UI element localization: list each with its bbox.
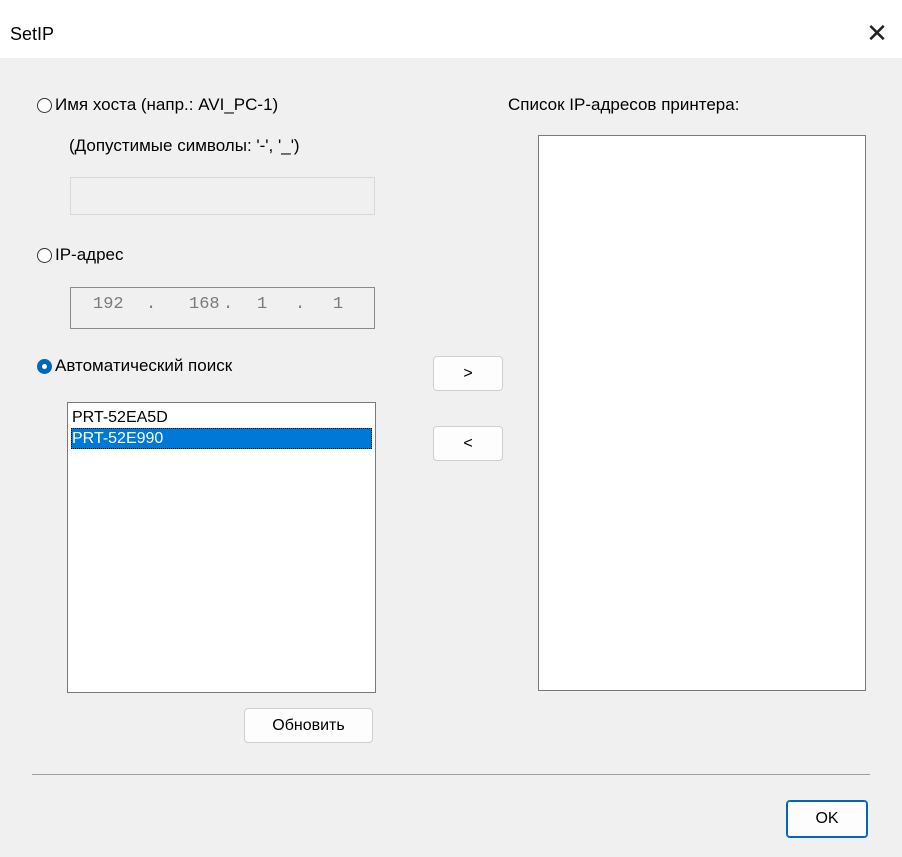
remove-from-list-button[interactable]: <	[433, 426, 503, 461]
ip-radio[interactable]	[37, 247, 52, 263]
ip-dot: .	[146, 295, 157, 314]
printer-list-label: Список IP-адресов принтера:	[508, 95, 740, 114]
printer-ip-list[interactable]	[538, 135, 866, 691]
hostname-radio[interactable]	[37, 97, 52, 113]
hostname-radio-label: Имя хоста (напр.: AVI_PC-1)	[55, 95, 279, 114]
ok-button[interactable]: OK	[786, 800, 868, 838]
hostname-field[interactable]	[70, 177, 375, 215]
hostname-radio-option[interactable]: Имя хоста (напр.: AVI_PC-1)	[37, 95, 278, 115]
auto-search-radio[interactable]	[37, 358, 52, 374]
close-icon[interactable]: ✕	[862, 18, 892, 48]
add-to-list-button[interactable]: >	[433, 356, 503, 391]
ip-dot: .	[223, 295, 234, 314]
refresh-button[interactable]: Обновить	[244, 708, 373, 743]
auto-search-radio-option[interactable]: Автоматический поиск	[37, 356, 232, 376]
list-item[interactable]: PRT-52EA5D	[71, 407, 372, 428]
found-printers-list[interactable]: PRT-52EA5D PRT-52E990	[67, 402, 376, 693]
ip-address-field[interactable]: 192 . 168 . 1 . 1	[70, 287, 375, 329]
window-title: SetIP	[10, 24, 55, 44]
auto-search-radio-label: Автоматический поиск	[55, 356, 233, 375]
divider	[32, 774, 870, 775]
ip-radio-option[interactable]: IP-адрес	[37, 245, 124, 265]
ip-radio-label: IP-адрес	[55, 245, 124, 264]
ip-dot: .	[295, 295, 306, 314]
title-bar: SetIP ✕	[0, 0, 902, 58]
ip-octet-4: 1	[333, 295, 344, 314]
ip-octet-2: 168	[189, 295, 220, 314]
list-item[interactable]: PRT-52E990	[71, 428, 372, 449]
hostname-hint: (Допустимые символы: '-', '_')	[69, 136, 300, 155]
ip-octet-3: 1	[257, 295, 268, 314]
ip-octet-1: 192	[93, 295, 124, 314]
